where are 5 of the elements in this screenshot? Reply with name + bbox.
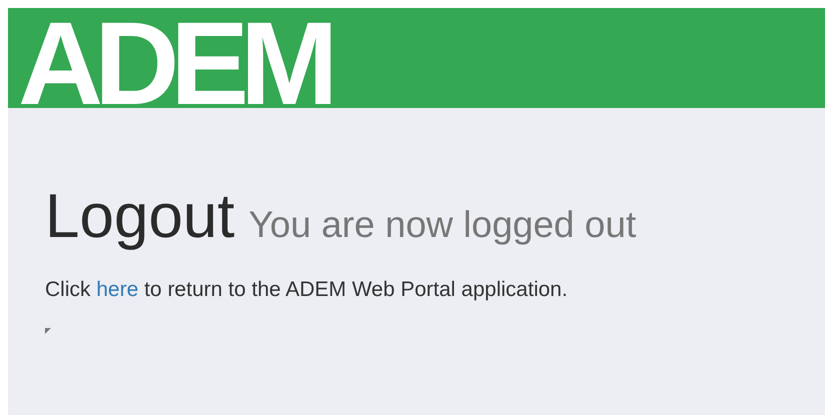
page-title: Logout (45, 186, 235, 248)
page-subtitle: You are now logged out (248, 206, 636, 243)
portal-link[interactable]: here (96, 278, 138, 301)
logout-message: Click here to return to the ADEM Web Portal application. (45, 277, 569, 303)
logo: ADEM (18, 8, 330, 108)
